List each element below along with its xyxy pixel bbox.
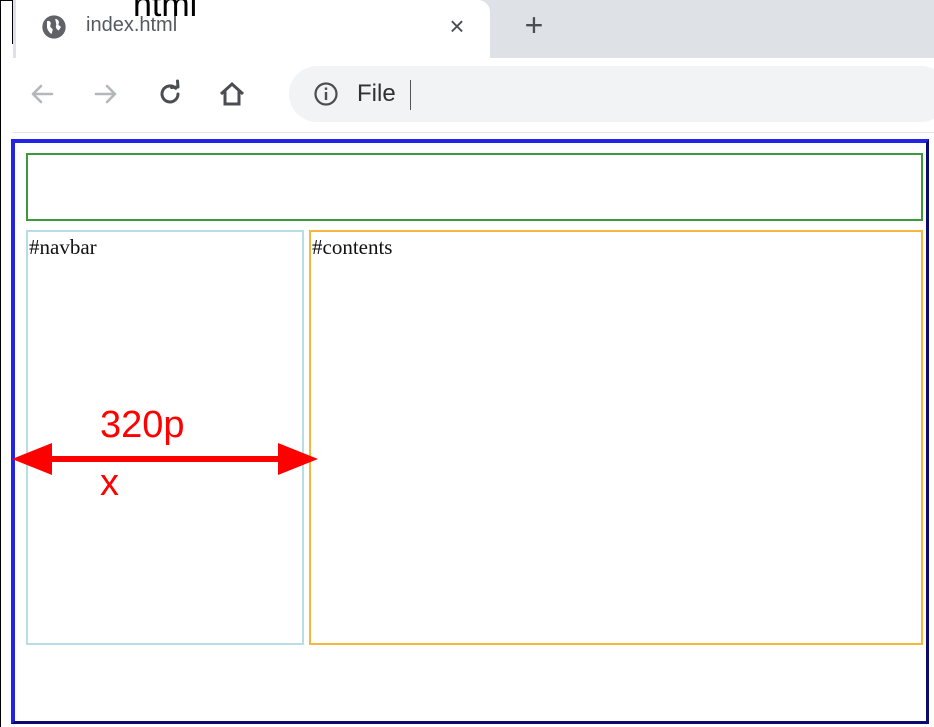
info-icon[interactable]: [312, 80, 340, 108]
arrow-left-icon[interactable]: [26, 78, 58, 110]
tab-close-icon[interactable]: ×: [444, 13, 470, 39]
home-icon[interactable]: [216, 78, 248, 110]
arrow-right-icon[interactable]: [90, 78, 122, 110]
overlay-html-label: html: [133, 0, 198, 24]
globe-icon: [42, 15, 66, 39]
new-tab-icon[interactable]: +: [519, 9, 549, 41]
address-bar-text: File: [357, 80, 396, 107]
slide-frame-left: [0, 0, 1, 727]
browser-toolbar: File: [13, 58, 934, 133]
slide-canvas: index.html × + html File #navbar #conten…: [0, 0, 934, 727]
double-arrow-icon: [12, 443, 318, 475]
address-bar[interactable]: File: [289, 66, 934, 122]
address-bar-caret: [410, 80, 411, 110]
header-box: [26, 153, 923, 221]
slide-frame-top: [0, 0, 12, 1]
reload-icon[interactable]: [154, 78, 186, 110]
contents-box: #contents: [309, 230, 923, 645]
contents-label: #contents: [312, 235, 393, 259]
navbar-label: #navbar: [29, 235, 97, 259]
slide-frame-inner-left: [12, 0, 13, 44]
browser-tab[interactable]: index.html ×: [16, 0, 490, 58]
